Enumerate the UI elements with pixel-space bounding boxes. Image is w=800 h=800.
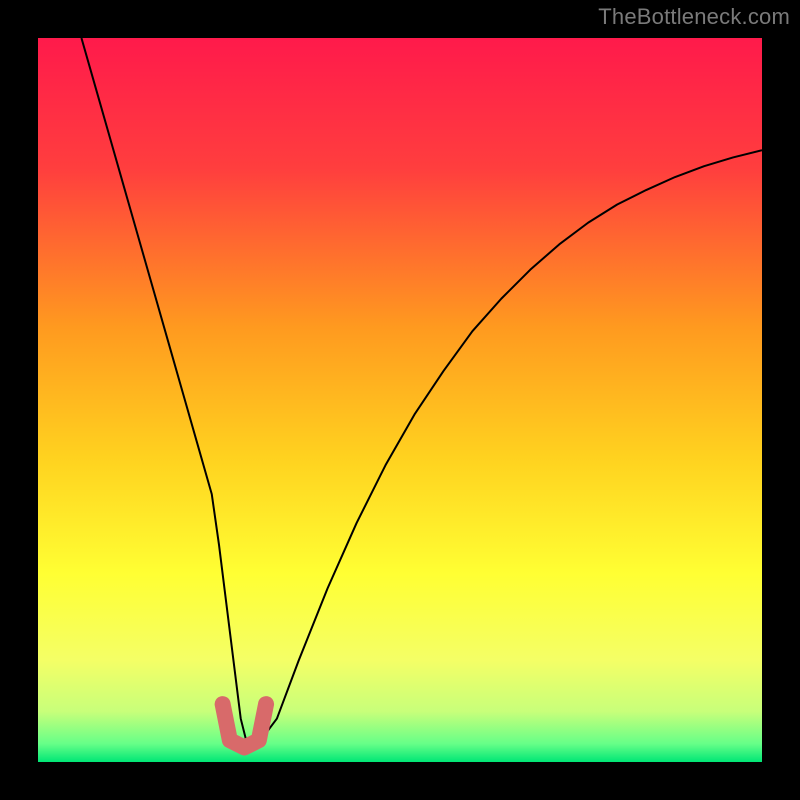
bottleneck-chart xyxy=(38,38,762,762)
watermark-text: TheBottleneck.com xyxy=(598,4,790,30)
gradient-background xyxy=(38,38,762,762)
plot-area xyxy=(38,38,762,762)
chart-frame: TheBottleneck.com xyxy=(0,0,800,800)
